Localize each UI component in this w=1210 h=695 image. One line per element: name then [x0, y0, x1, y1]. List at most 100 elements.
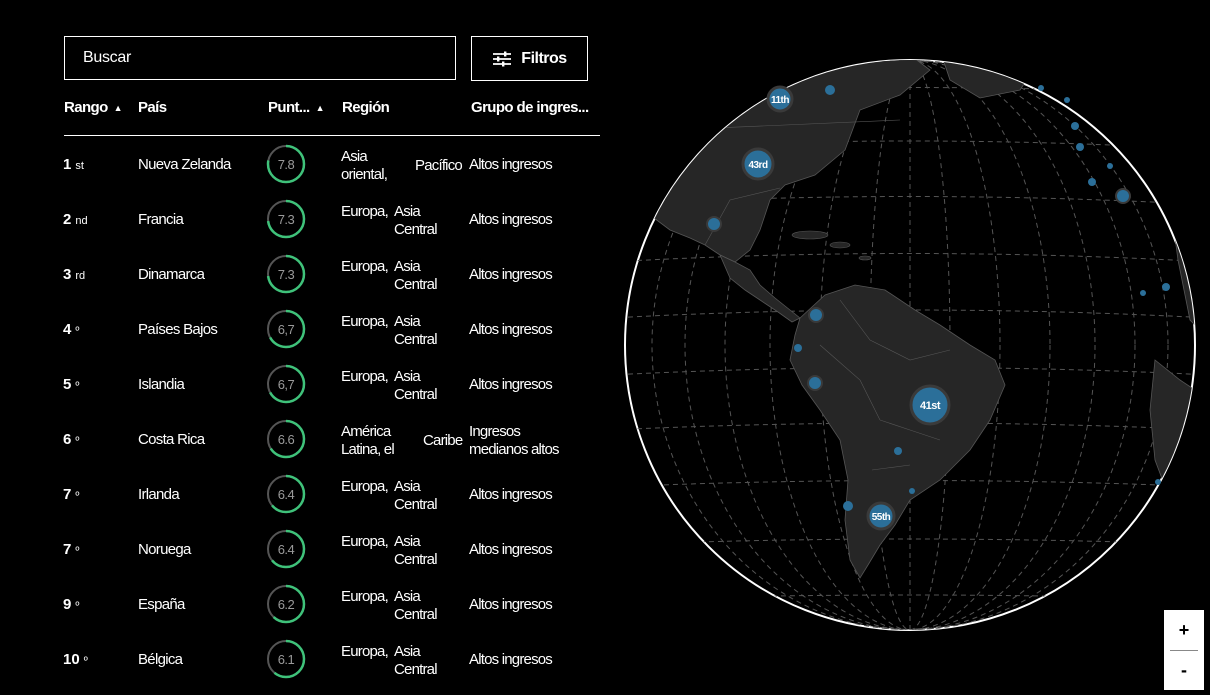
income-group: Altos ingresos [469, 321, 553, 338]
rank-suffix: º [75, 600, 80, 612]
column-header-country[interactable]: País [138, 99, 167, 116]
country-bubble[interactable] [807, 375, 823, 391]
table-row[interactable]: 2nd Francia 7.3 Europa, Asia Central Altos in… [0, 192, 620, 247]
region-part-a: América Latina, el [341, 423, 395, 458]
region-part-b: Asia Central [394, 368, 438, 403]
country-bubble[interactable] [825, 85, 835, 95]
caribbean-islands [791, 230, 829, 240]
search-input[interactable] [81, 48, 445, 68]
country-name[interactable]: Irlanda [138, 486, 180, 503]
caribbean-islands [858, 255, 872, 261]
country-bubble[interactable] [843, 501, 853, 511]
bubble-label-argentina: 55th [872, 512, 891, 523]
income-group: Altos ingresos [469, 486, 553, 503]
table-row[interactable]: 7 º Noruega 6.4 Europa, Asia Central Altos ing… [0, 522, 620, 577]
table-row[interactable]: 10 º Bélgica 6.1 Europa, Asia Central Altos in… [0, 632, 620, 687]
rank-number: 9 [63, 596, 72, 613]
rank-cell: 3rd [63, 266, 85, 283]
country-bubble[interactable] [1107, 163, 1113, 169]
table-row[interactable]: 7 º Irlanda 6.4 Europa, Asia Central Altos ing… [0, 467, 620, 522]
income-group: Ingresos medianos altos [469, 423, 560, 458]
country-bubble[interactable] [909, 488, 915, 494]
bubble-label-usa: 43rd [748, 160, 768, 171]
country-bubble[interactable] [1140, 290, 1146, 296]
rank-suffix: º [75, 325, 80, 337]
sort-caret-icon: ▲ [315, 102, 325, 113]
column-header-rank[interactable]: Rango ▲ [64, 99, 123, 116]
country-bubble[interactable] [1162, 283, 1170, 291]
region-part-a: Asia oriental, [341, 148, 388, 183]
region-part-a: Europa, [341, 258, 389, 275]
country-name[interactable]: Dinamarca [138, 266, 205, 283]
country-name[interactable]: Francia [138, 211, 184, 228]
rank-cell: 10 º [63, 651, 88, 668]
country-bubble[interactable] [894, 447, 902, 455]
column-header-income[interactable]: Grupo de ingres... [471, 99, 589, 116]
rank-number: 10 [63, 651, 80, 668]
income-group: Altos ingresos [469, 211, 553, 228]
income-group: Altos ingresos [469, 596, 553, 613]
region-part-b: Asia Central [394, 588, 438, 623]
country-name[interactable]: Bélgica [138, 651, 183, 668]
region-part-b: Asia Central [394, 258, 438, 293]
score-ring: 7.3 [266, 199, 306, 239]
country-bubble[interactable] [1076, 143, 1084, 151]
column-header-region[interactable]: Región [342, 99, 390, 116]
country-name[interactable]: Noruega [138, 541, 191, 558]
country-name[interactable]: Costa Rica [138, 431, 205, 448]
country-bubble[interactable] [1155, 479, 1161, 485]
country-bubble[interactable] [808, 307, 824, 323]
country-bubble[interactable] [1038, 85, 1044, 91]
rank-suffix: º [75, 545, 80, 557]
country-bubble[interactable] [1088, 178, 1096, 186]
rank-suffix: º [75, 435, 80, 447]
score-ring: 6.4 [266, 529, 306, 569]
score-value: 7.3 [277, 211, 295, 227]
africa-edge-landmass [1149, 359, 1195, 521]
country-bubble[interactable] [706, 216, 722, 232]
search-box[interactable] [64, 36, 456, 80]
rank-cell: 6º [63, 431, 79, 448]
rank-number: 4 [63, 321, 72, 338]
country-name[interactable]: Países Bajos [138, 321, 218, 338]
column-header-score[interactable]: Punt... ▲ [268, 99, 325, 116]
country-name[interactable]: Islandia [138, 376, 185, 393]
rank-cell: 4º [63, 321, 79, 338]
rank-number: 7 [63, 541, 72, 558]
table-row[interactable]: 4 º Países Bajos 6,7 Europa, Asia Central Alto… [0, 302, 620, 357]
rank-cell: 9º [63, 596, 79, 613]
zoom-divider [1170, 650, 1198, 651]
zoom-out-button[interactable]: - [1164, 650, 1204, 690]
rank-number: 3 [63, 266, 72, 283]
zoom-in-button[interactable]: + [1164, 610, 1204, 650]
country-bubble[interactable] [1064, 97, 1070, 103]
score-ring: 6.2 [266, 584, 306, 624]
score-value: 6.2 [277, 596, 295, 612]
region-part-b: Asia Central [394, 533, 438, 568]
score-value: 7.3 [277, 266, 295, 282]
table-row[interactable]: 6 º Costa Rica 6.6 América Latina, el Caribe I… [0, 412, 620, 467]
globe-map[interactable]: 11th 43rd 41st 55th [610, 0, 1210, 690]
table-row[interactable]: 3rd Dinamarca 7.3 Europa, Asia Central Altos … [0, 247, 620, 302]
bubble-label-brazil: 41st [920, 400, 941, 412]
rank-cell: 1st [63, 156, 84, 173]
table-header: Rango ▲ País Punt... ▲ Región Grupo de ing… [0, 99, 620, 119]
rank-suffix: st [75, 160, 84, 172]
filters-button[interactable]: Filtros [471, 36, 588, 81]
table-row[interactable]: 5 º Islandia 6,7 Europa, Asia Central Altos in… [0, 357, 620, 412]
country-name[interactable]: España [138, 596, 185, 613]
score-ring: 7.8 [266, 144, 306, 184]
zoom-controls: + - [1164, 610, 1204, 690]
country-bubble[interactable] [1115, 188, 1131, 204]
region-part-a: Europa, [341, 588, 389, 605]
country-bubble[interactable] [794, 344, 802, 352]
score-value: 6.4 [277, 486, 295, 502]
country-name[interactable]: Nueva Zelanda [138, 156, 231, 173]
rank-number: 1 [63, 156, 72, 173]
country-bubble[interactable] [1071, 122, 1079, 130]
rank-cell: 7º [63, 541, 79, 558]
table-row[interactable]: 1st Nueva Zelanda 7.8 Asia oriental, Pacífic… [0, 137, 620, 192]
region-part-a: Europa, [341, 478, 389, 495]
score-ring: 6.4 [266, 474, 306, 514]
table-row[interactable]: 9 º España 6.2 Europa, Asia Central Altos ingr… [0, 577, 620, 632]
